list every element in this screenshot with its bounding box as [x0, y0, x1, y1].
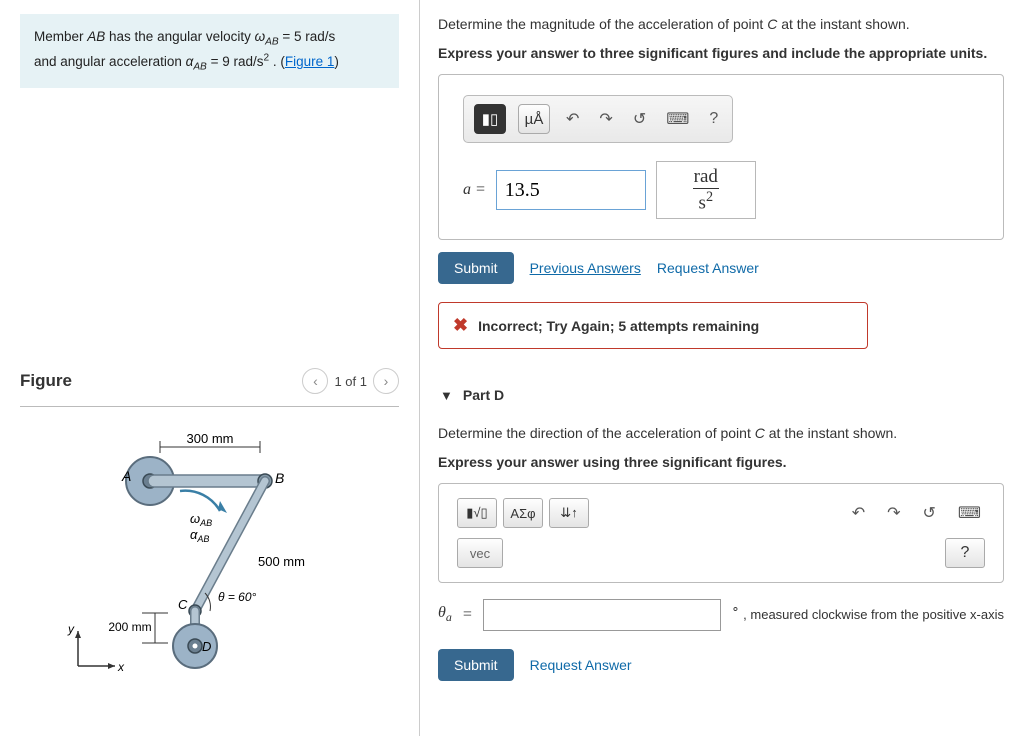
templates-button[interactable]: ▮▯	[474, 104, 506, 134]
figure-nav-label: 1 of 1	[334, 374, 367, 389]
partD-var-label: θa	[438, 604, 452, 625]
label-B: B	[275, 470, 284, 486]
figure-diagram: 300 mm 500 mm θ = 60°	[20, 421, 399, 681]
figure-section: Figure ‹ 1 of 1 ›	[20, 368, 399, 681]
eq-sign: =	[462, 606, 473, 624]
partC-answer-row: a = rad s2	[463, 161, 979, 219]
figure-prev-button[interactable]: ‹	[302, 368, 328, 394]
label-D: D	[202, 639, 211, 654]
partC-submit-button[interactable]: Submit	[438, 252, 514, 284]
partD-answer-row: θa = ∘ , measured clockwise from the pos…	[438, 599, 1004, 631]
label-C: C	[178, 597, 188, 612]
figure-title: Figure	[20, 371, 72, 391]
partC-instruction: Express your answer to three significant…	[438, 43, 1004, 64]
partD-suffix: ∘ , measured clockwise from the positive…	[731, 605, 1004, 625]
dim-cd: 200 mm	[108, 620, 151, 634]
partD-toolbar: ▮√▯ ΑΣφ ⇊↑ ↶ ↷ ↺ ⌨	[457, 498, 985, 528]
partD-value-input[interactable]	[483, 599, 722, 631]
partC-value-input[interactable]	[496, 170, 646, 210]
partD-button-row: Submit Request Answer	[438, 649, 1004, 681]
figure-link[interactable]: Figure 1	[285, 54, 335, 69]
figure-next-button[interactable]: ›	[373, 368, 399, 394]
undo-icon[interactable]: ↶	[562, 109, 583, 129]
reset-icon[interactable]: ↺	[919, 503, 940, 523]
caret-down-icon: ▼	[440, 388, 453, 403]
unit-numerator: rad	[694, 166, 718, 188]
partC-var-label: a =	[463, 181, 486, 199]
keyboard-icon[interactable]: ⌨	[954, 503, 985, 523]
arrows-button[interactable]: ⇊↑	[549, 498, 589, 528]
feedback-text: Incorrect; Try Again; 5 attempts remaini…	[478, 318, 759, 334]
undo-icon[interactable]: ↶	[848, 503, 869, 523]
redo-icon[interactable]: ↷	[595, 109, 616, 129]
partC-request-answer-link[interactable]: Request Answer	[657, 260, 759, 276]
angle-theta: θ = 60°	[218, 590, 257, 604]
help-icon[interactable]: ?	[705, 110, 722, 128]
partC-previous-answers-link[interactable]: Previous Answers	[530, 260, 641, 276]
axis-y: y	[67, 622, 75, 636]
format-button[interactable]: ▮√▯	[457, 498, 497, 528]
left-panel: Member AB has the angular velocity ωAB =…	[0, 0, 420, 736]
partC-button-row: Submit Previous Answers Request Answer	[438, 252, 1004, 284]
keyboard-icon[interactable]: ⌨	[662, 109, 693, 129]
vec-button[interactable]: vec	[457, 538, 503, 568]
partD-title: Part D	[463, 387, 504, 403]
label-omega: ωAB	[190, 511, 212, 528]
incorrect-icon: ✖	[453, 315, 468, 336]
reset-icon[interactable]: ↺	[629, 109, 650, 129]
units-button[interactable]: µÅ	[518, 104, 550, 134]
partC-feedback: ✖ Incorrect; Try Again; 5 attempts remai…	[438, 302, 868, 349]
label-A: A	[121, 468, 131, 484]
partC-unit-box[interactable]: rad s2	[656, 161, 756, 219]
right-panel: Determine the magnitude of the accelerat…	[420, 0, 1024, 736]
figure-nav: ‹ 1 of 1 ›	[302, 368, 399, 394]
partD-submit-button[interactable]: Submit	[438, 649, 514, 681]
partD-header[interactable]: ▼ Part D	[438, 387, 1004, 403]
partD-answer-box: ▮√▯ ΑΣφ ⇊↑ ↶ ↷ ↺ ⌨ vec ?	[438, 483, 1004, 583]
axis-x: x	[117, 660, 125, 674]
problem-text: Member AB has the angular velocity ωAB =…	[34, 29, 339, 69]
greek-button[interactable]: ΑΣφ	[503, 498, 543, 528]
partC-question: Determine the magnitude of the accelerat…	[438, 14, 1004, 35]
dim-bc: 500 mm	[258, 554, 305, 569]
figure-header: Figure ‹ 1 of 1 ›	[20, 368, 399, 407]
redo-icon[interactable]: ↷	[883, 503, 904, 523]
partD-request-answer-link[interactable]: Request Answer	[530, 657, 632, 673]
label-alpha: αAB	[190, 527, 209, 544]
problem-statement: Member AB has the angular velocity ωAB =…	[20, 14, 399, 88]
partC-answer-box: ▮▯ µÅ ↶ ↷ ↺ ⌨ ? a = rad s2	[438, 74, 1004, 240]
help-button[interactable]: ?	[945, 538, 985, 568]
dim-ab: 300 mm	[186, 431, 233, 446]
partC-toolbar: ▮▯ µÅ ↶ ↷ ↺ ⌨ ?	[463, 95, 733, 143]
partD-instruction: Express your answer using three signific…	[438, 452, 1004, 473]
unit-denominator: s2	[693, 188, 720, 214]
partD-question: Determine the direction of the accelerat…	[438, 423, 1004, 444]
